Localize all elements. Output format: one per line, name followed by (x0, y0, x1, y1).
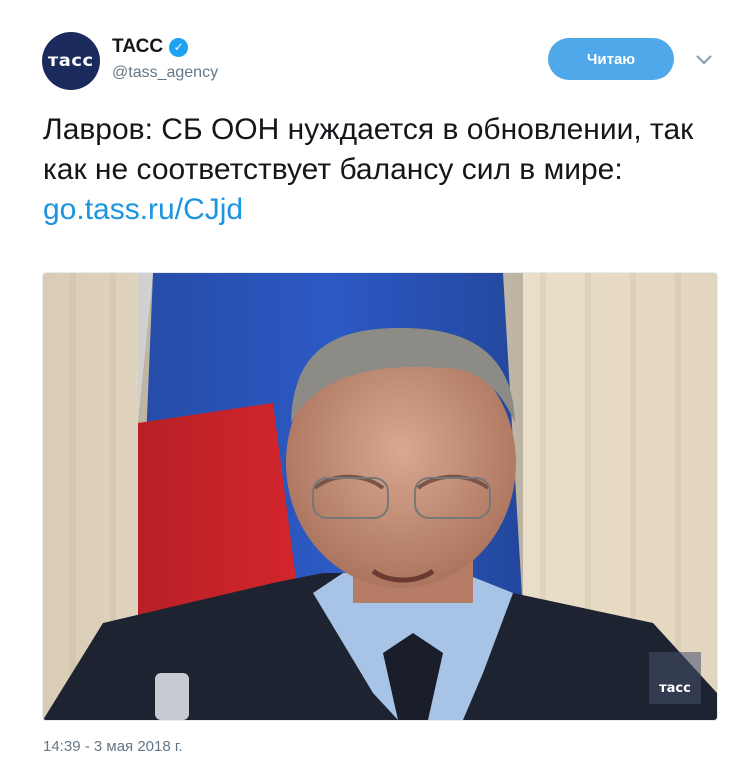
tweet-header: тасс ТАСС ✓ @tass_agency Читаю (0, 0, 749, 100)
tass-watermark: тасс (649, 652, 701, 704)
author-handle[interactable]: @tass_agency (112, 64, 218, 82)
photo-image (43, 273, 717, 720)
avatar[interactable]: тасс (42, 32, 100, 90)
author-display-name[interactable]: ТАСС (112, 36, 163, 58)
watermark-text: тасс (659, 681, 691, 696)
follow-button[interactable]: Читаю (548, 38, 674, 80)
tweet-photo[interactable]: тасс (42, 272, 718, 721)
tweet-body: Лавров: СБ ООН нуждается в обновлении, т… (43, 113, 694, 186)
avatar-logo-text: тасс (48, 51, 94, 71)
tweet-text: Лавров: СБ ООН нуждается в обновлении, т… (43, 110, 723, 230)
author-name-row[interactable]: ТАСС ✓ (112, 36, 189, 58)
tweet-timestamp[interactable]: 14:39 - 3 мая 2018 г. (43, 738, 183, 755)
chevron-down-icon[interactable] (693, 50, 715, 70)
verified-badge-icon: ✓ (169, 37, 189, 57)
tweet-link[interactable]: go.tass.ru/CJjd (43, 190, 723, 230)
